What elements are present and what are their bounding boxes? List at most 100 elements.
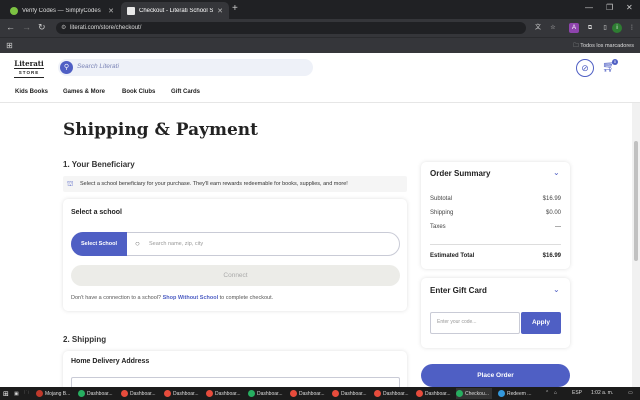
explorer-icon[interactable]: 🗀 (24, 388, 29, 399)
beneficiary-heading: 1. Your Beneficiary (63, 160, 135, 169)
site-search-input[interactable]: ⚲ Search Literati (58, 59, 313, 76)
clock[interactable]: 1:02 a. m. (591, 390, 613, 396)
taskbar-app[interactable]: Dashboar... (332, 388, 367, 399)
side-panel-icon[interactable]: ▯ (600, 23, 610, 33)
app-icon (248, 390, 255, 397)
home-delivery-heading: Home Delivery Address (71, 358, 150, 365)
summary-value: $0.00 (545, 210, 561, 216)
taskbar-app[interactable]: Dashboar... (78, 388, 113, 399)
order-summary-title: Order Summary (430, 169, 491, 178)
chevron-down-icon[interactable]: ⌄ (553, 285, 560, 294)
profile-avatar[interactable]: i (612, 23, 622, 33)
summary-row-taxes: Taxes — (430, 224, 561, 230)
shop-without-school-link[interactable]: Shop Without School (163, 295, 219, 301)
literati-logo[interactable]: Literati STORE (14, 60, 44, 78)
start-windows-icon[interactable]: ⊞ (3, 388, 9, 399)
summary-label: Shipping (430, 210, 454, 216)
apply-button[interactable]: Apply (521, 312, 561, 334)
taskbar-app-label: Dashboar... (383, 390, 409, 397)
page-title: Shipping & Payment (63, 120, 258, 140)
taskbar-app[interactable]: Dashboar... (206, 388, 241, 399)
school-search-placeholder: Search name, zip, city (149, 241, 204, 247)
chevron-down-icon[interactable]: ⌄ (553, 168, 560, 177)
reload-icon[interactable]: ↻ (38, 22, 46, 33)
taskbar-app-label: Checkou... (465, 390, 489, 397)
nav-games-more[interactable]: Games & More (63, 89, 105, 95)
taskbar-app-label: Dashboar... (341, 390, 367, 397)
nav-book-clubs[interactable]: Book Clubs (122, 89, 155, 95)
language-indicator[interactable]: ESP (572, 390, 582, 396)
menu-dots-icon[interactable]: ⋮ (627, 23, 637, 33)
nav-kids-books[interactable]: Kids Books (15, 89, 48, 95)
search-icon: ○ (135, 239, 140, 248)
taskbar-app[interactable]: Dashboar... (416, 388, 451, 399)
tab-checkout[interactable]: Checkout - Literati School Store ✕ (121, 2, 229, 19)
beneficiary-info-banner: ⛫ Select a school beneficiary for your p… (63, 176, 407, 192)
bookmarks-bar: ⊞ 🗀 Todos los marcadores (0, 37, 640, 53)
literati-favicon-icon (127, 6, 135, 15)
taskbar-app-label: Redeem ... (507, 390, 532, 397)
summary-row-total: Estimated Total $16.99 (430, 253, 561, 259)
school-search-field[interactable]: Select School ○ Search name, zip, city (71, 232, 400, 256)
apps-grid-icon[interactable]: ⊞ (6, 41, 13, 50)
gift-code-input[interactable]: Enter your code... (430, 312, 520, 334)
search-icon[interactable]: ⚲ (60, 61, 73, 74)
school-icon: ⛫ (67, 181, 74, 188)
no-connection-suffix: to complete checkout. (219, 295, 274, 301)
tab-verify-codes[interactable]: Verify Codes — SimplyCodes ✕ (4, 2, 120, 19)
extension-a-icon[interactable]: A (569, 23, 579, 33)
no-connection-text: Don't have a connection to a school? Sho… (71, 295, 273, 301)
translate-icon[interactable]: 文 (533, 23, 543, 33)
close-window-icon[interactable]: ✕ (626, 3, 633, 12)
forward-arrow-icon[interactable]: → (22, 22, 31, 32)
close-icon[interactable]: ✕ (108, 7, 114, 15)
scrollbar-thumb[interactable] (634, 141, 638, 261)
app-icon (36, 390, 43, 397)
network-icon[interactable]: ⌂ (554, 390, 557, 396)
summary-label: Taxes (430, 224, 446, 230)
close-icon[interactable]: ✕ (217, 7, 223, 15)
app-icon (456, 390, 463, 397)
site-info-icon[interactable]: ⚙ (61, 22, 66, 34)
taskbar-app[interactable]: Dashboar... (248, 388, 283, 399)
new-tab-plus-icon[interactable]: + (232, 3, 238, 14)
gift-card-title: Enter Gift Card (430, 286, 487, 295)
app-icon (164, 390, 171, 397)
taskbar-app[interactable]: Dashboar... (121, 388, 156, 399)
back-arrow-icon[interactable]: ← (6, 22, 15, 32)
app-icon (498, 390, 505, 397)
all-bookmarks-label: Todos los marcadores (580, 43, 634, 49)
app-icon (416, 390, 423, 397)
select-school-button[interactable]: Select School (71, 232, 127, 256)
url-bar[interactable]: ⚙ literati.com/store/checkout/ (56, 22, 526, 34)
tray-chevron-icon[interactable]: ⌃ (545, 390, 549, 396)
taskbar-app-label: Dashboar... (425, 390, 451, 397)
notifications-icon[interactable]: ▭ (628, 390, 633, 396)
bookmark-star-icon[interactable]: ☆ (548, 23, 558, 33)
taskbar-app-active[interactable]: Checkou... (456, 388, 492, 399)
taskbar-app-label: Dashboar... (257, 390, 283, 397)
beneficiary-info-text: Select a school beneficiary for your pur… (80, 181, 348, 187)
all-bookmarks-button[interactable]: 🗀 Todos los marcadores (573, 42, 634, 51)
taskview-icon[interactable]: ▣ (14, 388, 19, 399)
connect-button[interactable]: Connect (71, 265, 400, 286)
place-order-button[interactable]: Place Order (421, 364, 570, 387)
app-icon (206, 390, 213, 397)
select-school-heading: Select a school (71, 209, 122, 216)
browser-toolbar: ← → ↻ ⚙ literati.com/store/checkout/ 文 ☆… (0, 19, 640, 37)
tab-title: Verify Codes — SimplyCodes (22, 7, 101, 14)
maximize-icon[interactable]: ❐ (606, 3, 613, 12)
account-icon[interactable]: ⊘ (576, 59, 594, 77)
taskbar-app[interactable]: Dashboar... (164, 388, 199, 399)
taskbar-app[interactable]: Mojang B... (36, 388, 70, 399)
taskbar-app[interactable]: Redeem ... (498, 388, 531, 399)
app-icon (78, 390, 85, 397)
taskbar-app[interactable]: Dashboar... (290, 388, 325, 399)
page-scrollbar[interactable] (632, 103, 640, 387)
taskbar-app[interactable]: Dashboar... (374, 388, 409, 399)
summary-row-shipping: Shipping $0.00 (430, 210, 561, 216)
extensions-puzzle-icon[interactable]: ⧉ (585, 23, 595, 33)
app-icon (290, 390, 297, 397)
nav-gift-cards[interactable]: Gift Cards (171, 89, 200, 95)
minimize-icon[interactable]: — (585, 3, 593, 12)
